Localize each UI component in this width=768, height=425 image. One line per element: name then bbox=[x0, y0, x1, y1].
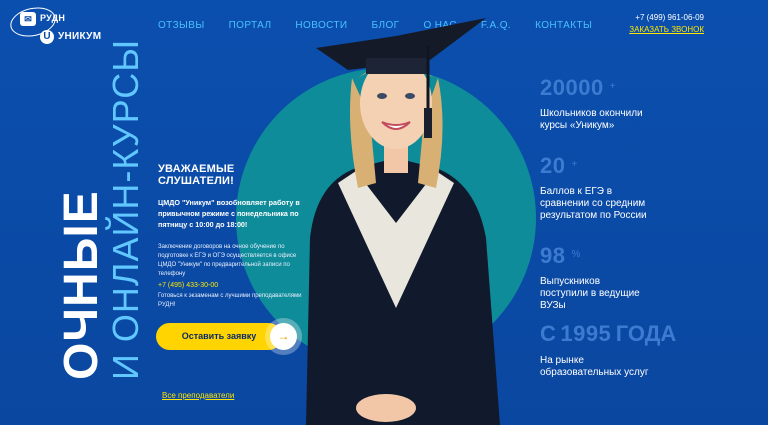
stat-suffix: % bbox=[571, 248, 581, 260]
nav-contacts[interactable]: КОНТАКТЫ bbox=[535, 20, 592, 31]
hero-line-2: И ОНЛАЙН-КУРСЫ bbox=[105, 38, 146, 380]
stat-text: Школьников окончили курсы «Уникум» bbox=[540, 108, 643, 131]
stat-suffix: + bbox=[571, 158, 578, 170]
announcement-block: УВАЖАЕМЫЕ СЛУШАТЕЛИ! ЦМДО "Уникум" возоб… bbox=[158, 163, 310, 310]
logo-unikum-text: УНИКУМ bbox=[58, 31, 102, 42]
stat-admissions: 98% Выпускников поступили в ведущие ВУЗы bbox=[540, 244, 650, 312]
stat-text: На рынке образовательных услуг bbox=[540, 355, 649, 378]
hero-line-1: ОЧНЫЕ bbox=[55, 190, 108, 380]
stat-number: 20 bbox=[540, 153, 566, 178]
header-phone[interactable]: +7 (499) 961-06-09 bbox=[635, 13, 704, 22]
announcement-title: УВАЖАЕМЫЕ СЛУШАТЕЛИ! bbox=[158, 163, 235, 187]
nav-reviews[interactable]: ОТЗЫВЫ bbox=[158, 20, 205, 31]
arrow-right-icon[interactable]: → bbox=[270, 323, 297, 350]
rudn-emblem-icon: ✉ bbox=[20, 12, 36, 26]
announcement-phone[interactable]: +7 (495) 433-30-00 bbox=[158, 282, 310, 289]
stat-text: Выпускников поступили в ведущие ВУЗы bbox=[540, 276, 640, 311]
unikum-u-icon: U bbox=[40, 30, 54, 44]
graduate-photo bbox=[306, 18, 500, 425]
stat-suffix: + bbox=[609, 80, 616, 92]
callback-link[interactable]: ЗАКАЗАТЬ ЗВОНОК bbox=[629, 25, 704, 34]
nav-portal[interactable]: ПОРТАЛ bbox=[229, 20, 272, 31]
announcement-body: Заключение договоров на очное обучение п… bbox=[158, 244, 297, 277]
landing-page: ✉ РУДН U УНИКУМ ОТЗЫВЫ ПОРТАЛ НОВОСТИ БЛ… bbox=[0, 0, 768, 425]
stat-number: 20000 bbox=[540, 75, 604, 100]
logo[interactable]: ✉ РУДН U УНИКУМ bbox=[7, 3, 120, 46]
announcement-footer: Готовься к экзаменам с лучшими преподава… bbox=[158, 293, 302, 308]
logo-rudn-text: РУДН bbox=[40, 13, 66, 23]
stat-number: 1995 bbox=[560, 321, 612, 346]
stat-suffix: ГОДА bbox=[615, 321, 677, 346]
stat-prefix: С bbox=[540, 321, 556, 346]
stat-since: С 1995 ГОДА На рынке образовательных усл… bbox=[540, 321, 676, 379]
hero-vertical-heading: ОЧНЫЕ И ОНЛАЙН-КУРСЫ bbox=[55, 39, 146, 380]
submit-request-button[interactable]: Оставить заявку bbox=[156, 323, 282, 350]
stat-number: 98 bbox=[540, 243, 566, 268]
announcement-lead: ЦМДО "Уникум" возобновляет работу в прив… bbox=[158, 198, 300, 229]
stat-students: 20000 + Школьников окончили курсы «Уникум… bbox=[540, 76, 650, 132]
all-teachers-link[interactable]: Все преподаватели bbox=[162, 391, 234, 400]
stat-scores: 20 + Баллов к ЕГЭ в сравнении со средним … bbox=[540, 154, 655, 222]
stat-text: Баллов к ЕГЭ в сравнении со средним резу… bbox=[540, 186, 647, 221]
